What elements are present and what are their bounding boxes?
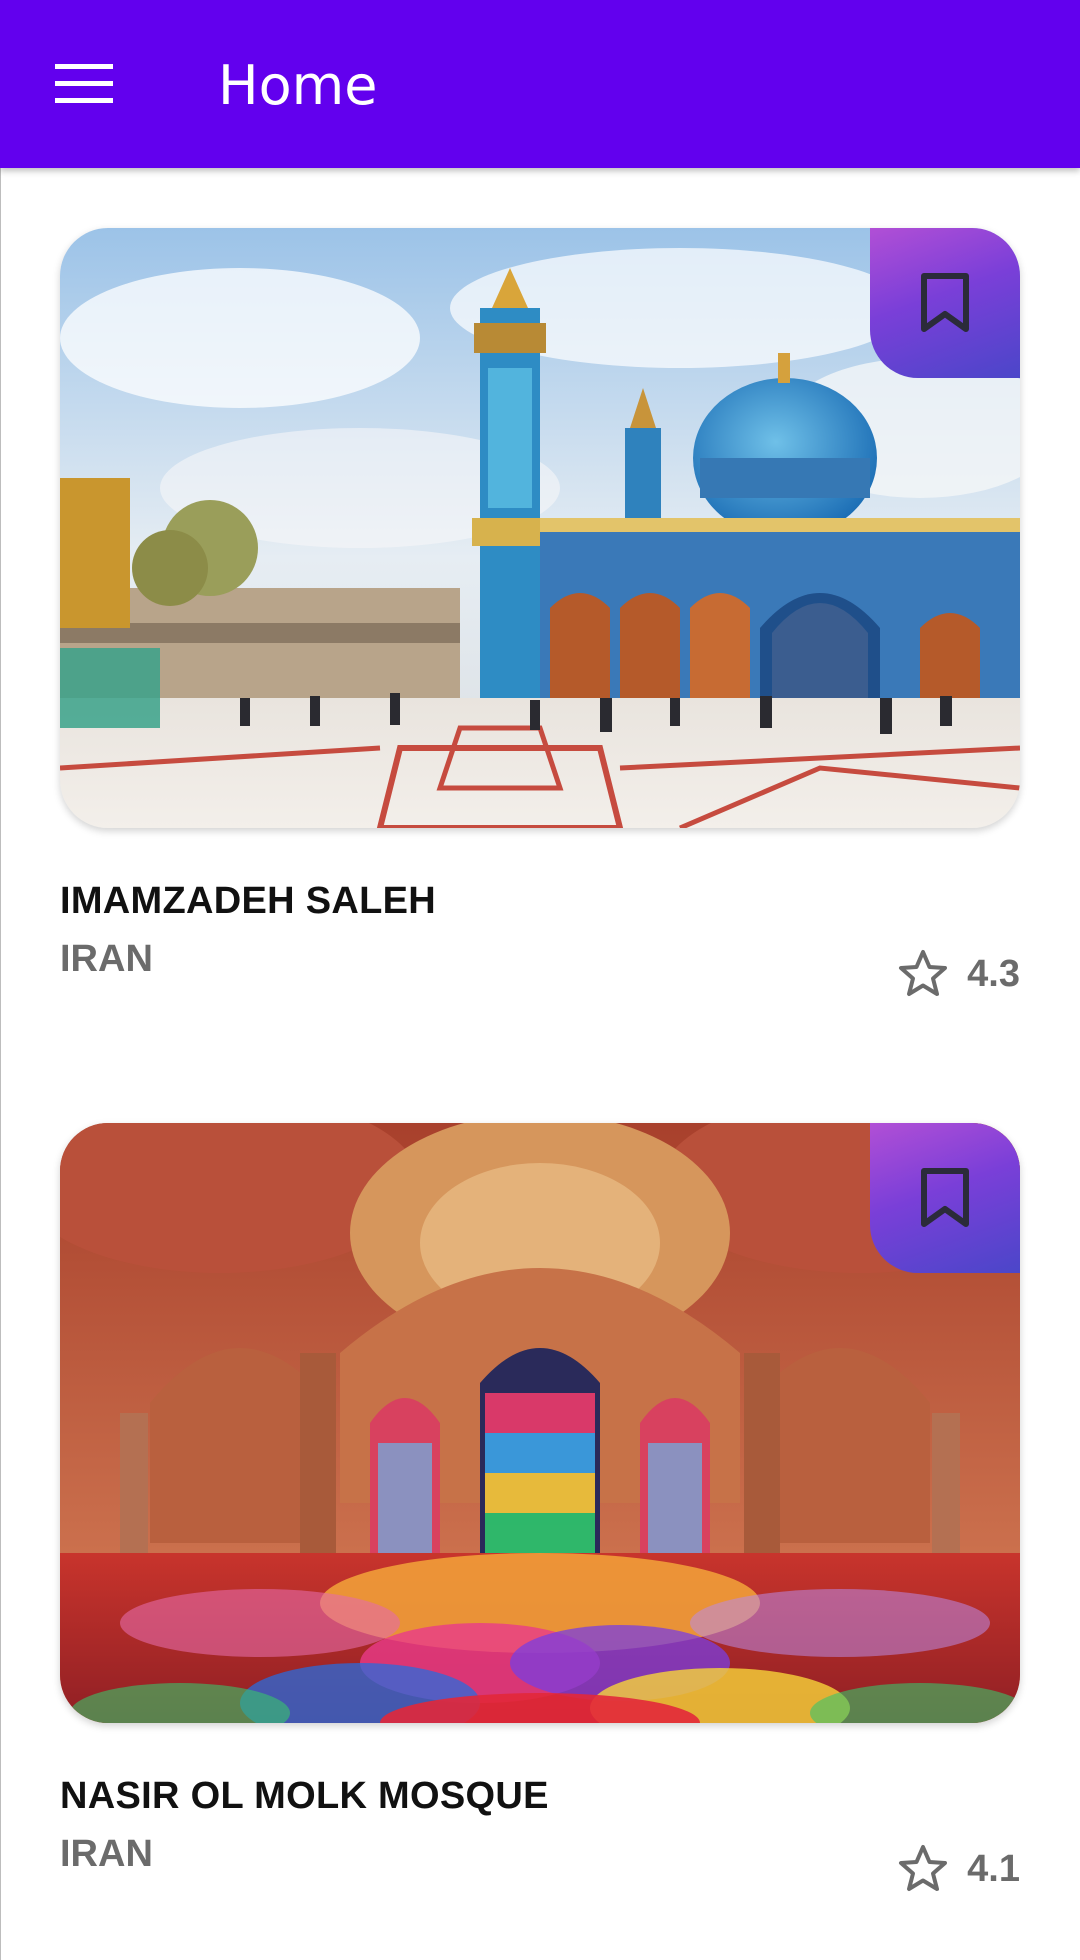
bookmark-button[interactable] — [870, 1123, 1020, 1273]
hamburger-menu-icon — [55, 64, 113, 103]
rating-value: 4.1 — [967, 1847, 1020, 1890]
place-name: IMAMZADEH SALEH — [60, 880, 437, 922]
page-title: Home — [218, 54, 378, 117]
place-image[interactable] — [60, 228, 1020, 828]
place-country: IRAN — [60, 1833, 153, 1875]
menu-button[interactable] — [40, 44, 128, 124]
bookmark-icon — [921, 1168, 969, 1227]
place-card[interactable]: NASIR OL MOLK MOSQUE IRAN 4.1 — [60, 1123, 1020, 1891]
star-outline-icon[interactable] — [897, 948, 949, 1000]
place-image[interactable] — [60, 1123, 1020, 1723]
place-card[interactable]: IMAMZADEH SALEH IRAN 4.3 — [60, 228, 1020, 996]
rating-value: 4.3 — [967, 952, 1020, 995]
rating: 4.3 — [897, 946, 1020, 1002]
star-outline-icon[interactable] — [897, 1843, 949, 1895]
bookmark-icon — [921, 273, 969, 332]
place-country: IRAN — [60, 938, 153, 980]
divider — [0, 168, 1, 1960]
rating: 4.1 — [897, 1841, 1020, 1897]
app-bar: Home — [0, 0, 1080, 168]
bookmark-button[interactable] — [870, 228, 1020, 378]
place-name: NASIR OL MOLK MOSQUE — [60, 1775, 549, 1817]
